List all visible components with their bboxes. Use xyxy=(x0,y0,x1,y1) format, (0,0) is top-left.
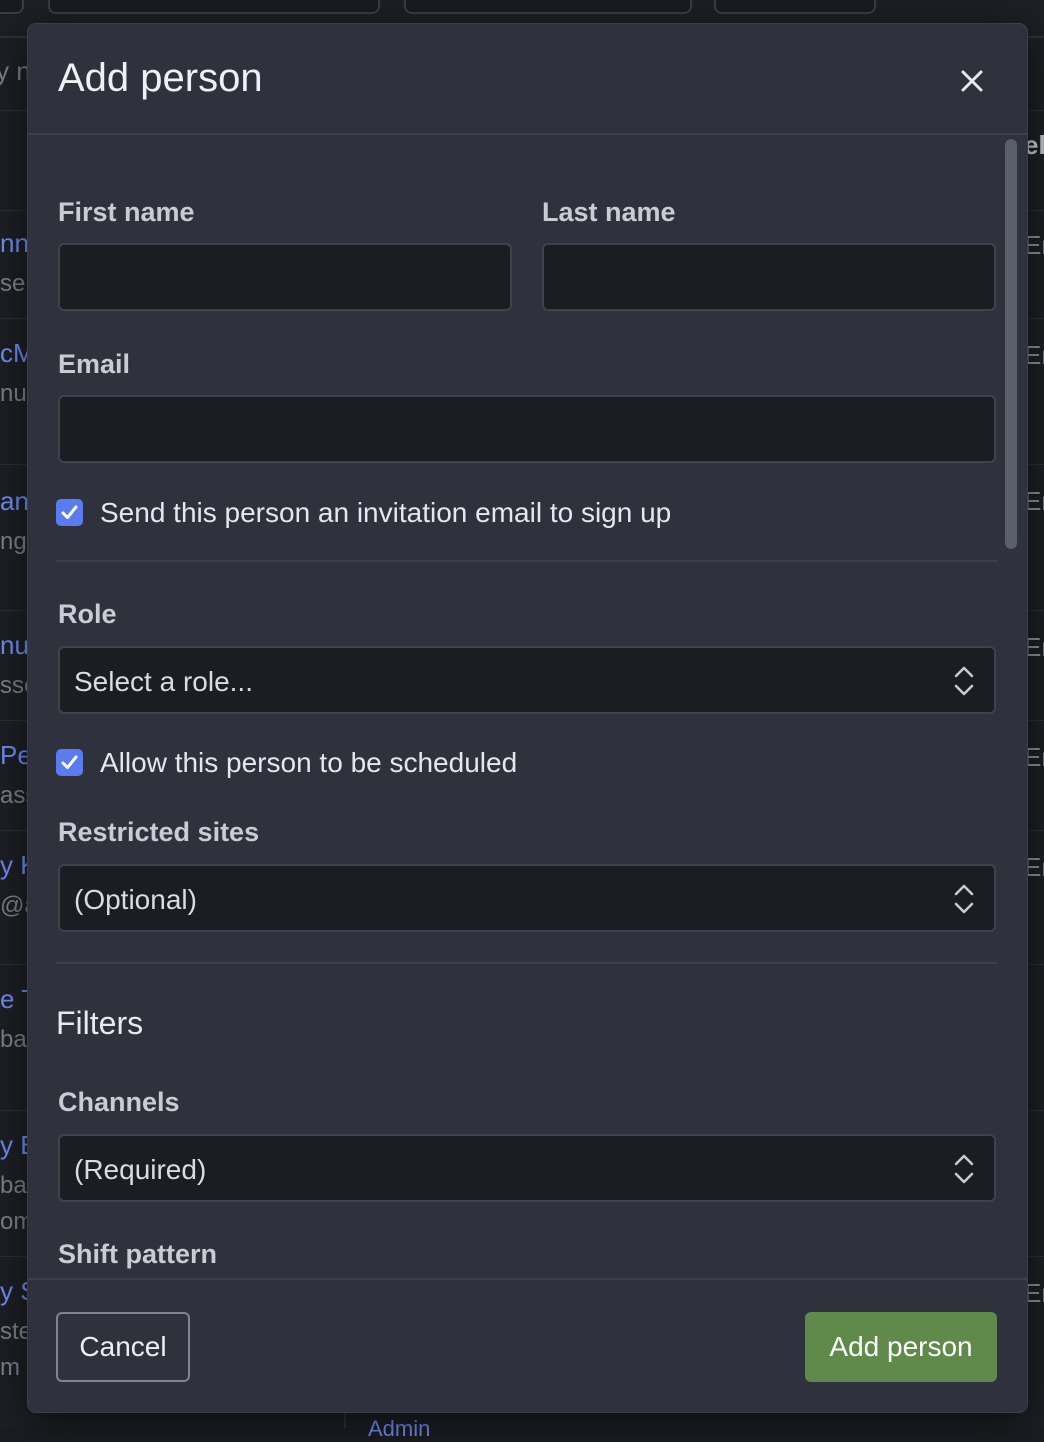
channels-label: Channels xyxy=(58,1087,180,1117)
background-person-email: ba xyxy=(0,1026,27,1053)
section-divider xyxy=(56,560,997,562)
background-cell: Er xyxy=(1024,742,1044,772)
background-person-email: m xyxy=(0,1354,20,1381)
restricted-sites-select[interactable]: (Optional) xyxy=(58,864,996,932)
shift-pattern-label: Shift pattern xyxy=(58,1239,217,1269)
background-divider xyxy=(344,1412,346,1428)
background-person-email: ba xyxy=(0,1172,27,1199)
modal-body: First name Last name Email Send this per… xyxy=(28,137,1027,1280)
send-invite-label: Send this person an invitation email to … xyxy=(100,497,672,528)
restricted-sites-label: Restricted sites xyxy=(58,817,260,847)
background-cell: Er xyxy=(1024,852,1044,882)
email-input[interactable] xyxy=(58,395,996,463)
chevron-up-down-icon xyxy=(954,1154,974,1184)
background-tab xyxy=(0,0,24,14)
modal-header: Add person xyxy=(28,24,1027,135)
first-name-input[interactable] xyxy=(58,243,512,311)
modal-title: Add person xyxy=(58,56,263,100)
send-invite-checkbox[interactable] xyxy=(56,499,83,526)
background-tab xyxy=(714,0,876,14)
background-tab xyxy=(404,0,692,14)
restricted-sites-select-value: (Optional) xyxy=(74,884,197,915)
section-divider xyxy=(56,962,997,964)
modal-scrollbar[interactable] xyxy=(1005,139,1017,549)
background-column-header: el xyxy=(1024,130,1044,160)
background-cell: Er xyxy=(1024,1278,1044,1308)
background-cell: Er xyxy=(1024,230,1044,260)
filters-section-title: Filters xyxy=(56,1005,144,1041)
background-tab xyxy=(48,0,380,14)
cancel-button[interactable]: Cancel xyxy=(56,1312,190,1382)
allow-scheduled-checkbox-row[interactable]: Allow this person to be scheduled xyxy=(56,747,556,781)
allow-scheduled-checkbox[interactable] xyxy=(56,749,83,776)
close-button[interactable] xyxy=(955,64,989,98)
allow-scheduled-label: Allow this person to be scheduled xyxy=(100,747,518,778)
email-label: Email xyxy=(58,349,131,379)
background-role-link[interactable]: Admin xyxy=(368,1416,430,1442)
role-select[interactable]: Select a role... xyxy=(58,646,996,714)
send-invite-checkbox-row[interactable]: Send this person an invitation email to … xyxy=(56,497,696,531)
channels-select[interactable]: (Required) xyxy=(58,1134,996,1202)
background-cell: Er xyxy=(1024,486,1044,516)
role-select-value: Select a role... xyxy=(74,666,253,697)
background-person-name[interactable]: nn xyxy=(0,228,29,259)
last-name-label: Last name xyxy=(542,197,676,227)
close-icon xyxy=(961,70,983,92)
background-person-name[interactable]: nu xyxy=(0,630,29,661)
add-person-button[interactable]: Add person xyxy=(805,1312,997,1382)
checkmark-icon xyxy=(61,755,78,769)
modal-footer: Cancel Add person xyxy=(28,1278,1027,1412)
chevron-up-down-icon xyxy=(954,666,974,696)
background-person-name[interactable]: an xyxy=(0,486,29,517)
background-cell: Er xyxy=(1024,340,1044,370)
background-search-text: y n xyxy=(0,56,31,86)
role-label: Role xyxy=(58,599,117,629)
last-name-input[interactable] xyxy=(542,243,996,311)
checkmark-icon xyxy=(61,505,78,519)
add-person-modal: Add person First name Last name Email Se… xyxy=(28,24,1027,1412)
background-cell: Er xyxy=(1024,632,1044,662)
channels-select-value: (Required) xyxy=(74,1154,207,1185)
first-name-label: First name xyxy=(58,197,195,227)
chevron-up-down-icon xyxy=(954,884,974,914)
